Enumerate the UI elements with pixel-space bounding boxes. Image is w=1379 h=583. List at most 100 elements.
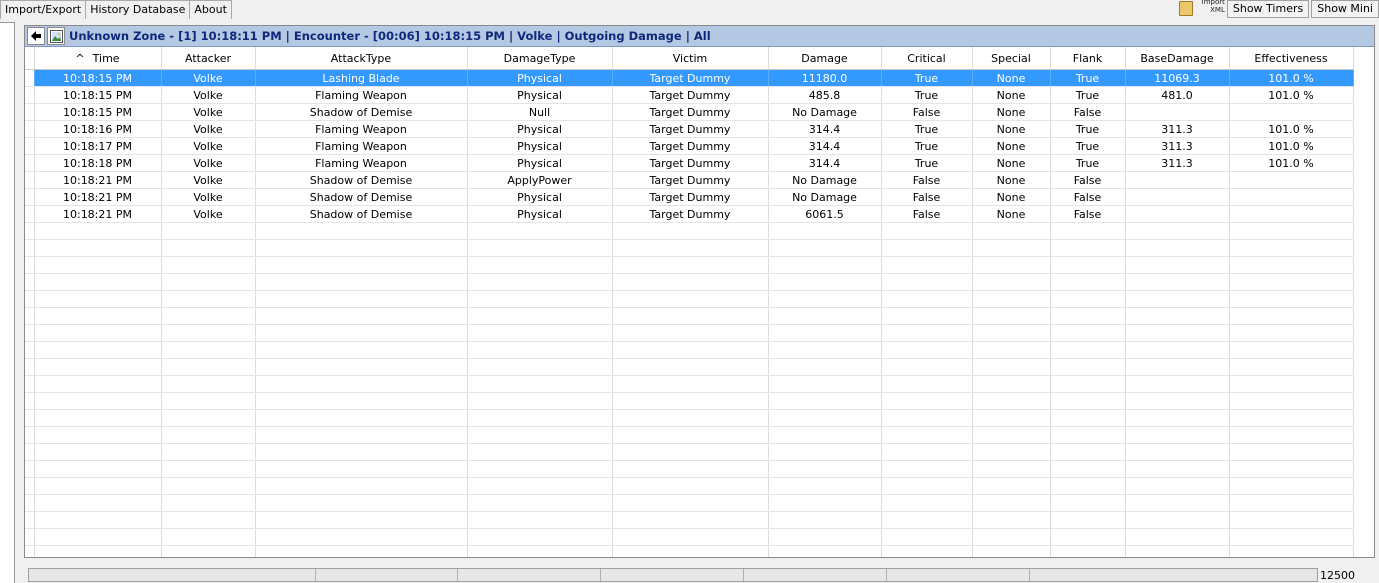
- table-row[interactable]: 10:18:21 PM Volke Shadow of Demise Physical…: [25, 188, 1354, 206]
- cell-damage: [768, 477, 882, 495]
- row-header[interactable]: [25, 494, 35, 512]
- encounter-tree-panel[interactable]: [0, 22, 15, 583]
- row-header[interactable]: [25, 205, 35, 223]
- column-header-effectiveness[interactable]: Effectiveness: [1229, 47, 1354, 70]
- row-header[interactable]: [25, 477, 35, 495]
- row-header[interactable]: [25, 120, 35, 138]
- row-header[interactable]: [25, 290, 35, 308]
- graph-button[interactable]: [47, 27, 65, 45]
- column-header-special[interactable]: Special: [972, 47, 1051, 70]
- cell-damage: [768, 341, 882, 359]
- column-header-victim[interactable]: Victim: [612, 47, 769, 70]
- empty-row: [25, 409, 1354, 427]
- cell-basedamage: [1125, 103, 1230, 121]
- cell-attacker: [161, 273, 256, 291]
- combat-log-table[interactable]: ^ Time Attacker AttackType DamageType Victim D…: [25, 47, 1354, 557]
- top-right-toolbar: Import XML Show Timers Show Mini: [1173, 0, 1379, 18]
- column-header-time[interactable]: ^ Time: [34, 47, 162, 70]
- cell-victim: Target Dummy: [612, 171, 769, 189]
- cell-attacktype: [255, 494, 468, 512]
- empty-row: [25, 375, 1354, 393]
- row-header[interactable]: [25, 324, 35, 342]
- row-header[interactable]: [25, 256, 35, 274]
- cell-time: [34, 545, 162, 557]
- row-header[interactable]: [25, 358, 35, 376]
- cell-victim: Target Dummy: [612, 188, 769, 206]
- column-header-critical[interactable]: Critical: [881, 47, 973, 70]
- row-header[interactable]: [25, 460, 35, 478]
- cell-time: [34, 307, 162, 325]
- column-header-damage[interactable]: Damage: [768, 47, 882, 70]
- cell-attacker: Volke: [161, 188, 256, 206]
- row-header[interactable]: [25, 545, 35, 557]
- show-timers-button[interactable]: Show Timers: [1226, 0, 1310, 18]
- cell-basedamage: 311.3: [1125, 120, 1230, 138]
- cell-special: None: [972, 205, 1051, 223]
- row-header[interactable]: [25, 222, 35, 240]
- table-row[interactable]: 10:18:21 PM Volke Shadow of Demise Physical…: [25, 205, 1354, 223]
- tab-history-database[interactable]: History Database: [85, 0, 191, 19]
- cell-special: [972, 358, 1051, 376]
- cell-attacktype: Flaming Weapon: [255, 137, 468, 155]
- cell-damage: [768, 545, 882, 557]
- import-xml-button[interactable]: Import XML: [1175, 0, 1225, 16]
- row-header[interactable]: [25, 392, 35, 410]
- row-header[interactable]: [25, 409, 35, 427]
- cell-special: None: [972, 171, 1051, 189]
- row-header[interactable]: [25, 511, 35, 529]
- cell-victim: [612, 358, 769, 376]
- column-header-basedamage[interactable]: BaseDamage: [1125, 47, 1230, 70]
- cell-damagetype: [467, 545, 613, 557]
- table-row[interactable]: 10:18:15 PM Volke Flaming Weapon Physical Ta…: [25, 86, 1354, 104]
- empty-row: [25, 273, 1354, 291]
- cell-critical: [881, 528, 973, 546]
- cell-critical: [881, 324, 973, 342]
- row-header[interactable]: [25, 239, 35, 257]
- cell-effectiveness: [1229, 341, 1354, 359]
- column-header-attacktype[interactable]: AttackType: [255, 47, 468, 70]
- row-header[interactable]: [25, 188, 35, 206]
- row-header[interactable]: [25, 426, 35, 444]
- cell-victim: [612, 341, 769, 359]
- tab-about[interactable]: About: [189, 0, 232, 19]
- cell-special: [972, 528, 1051, 546]
- column-header-damagetype[interactable]: DamageType: [467, 47, 613, 70]
- cell-effectiveness: [1229, 239, 1354, 257]
- cell-attacker: Volke: [161, 137, 256, 155]
- cell-effectiveness: [1229, 188, 1354, 206]
- row-header[interactable]: [25, 341, 35, 359]
- table-row[interactable]: 10:18:15 PM Volke Shadow of Demise Null Targ…: [25, 103, 1354, 121]
- column-header-label: Time: [92, 51, 120, 65]
- table-row[interactable]: 10:18:18 PM Volke Flaming Weapon Physical Ta…: [25, 154, 1354, 172]
- show-mini-button[interactable]: Show Mini: [1311, 0, 1379, 18]
- cell-flank: [1050, 545, 1126, 557]
- row-header[interactable]: [25, 273, 35, 291]
- cell-attacker: Volke: [161, 171, 256, 189]
- table-row[interactable]: 10:18:15 PM Volke Lashing Blade Physical Tar…: [25, 69, 1354, 87]
- column-header-attacker[interactable]: Attacker: [161, 47, 256, 70]
- row-header[interactable]: [25, 307, 35, 325]
- table-row[interactable]: 10:18:17 PM Volke Flaming Weapon Physical Ta…: [25, 137, 1354, 155]
- panel-title-bar: Unknown Zone - [1] 10:18:11 PM | Encount…: [25, 26, 1374, 47]
- row-header[interactable]: [25, 375, 35, 393]
- row-header[interactable]: [25, 103, 35, 121]
- cell-basedamage: [1125, 528, 1230, 546]
- row-header[interactable]: [25, 86, 35, 104]
- cell-damagetype: Physical: [467, 86, 613, 104]
- back-button[interactable]: [27, 27, 45, 45]
- cell-attacktype: [255, 290, 468, 308]
- cell-effectiveness: 101.0 %: [1229, 154, 1354, 172]
- row-header[interactable]: [25, 443, 35, 461]
- table-row[interactable]: 10:18:16 PM Volke Flaming Weapon Physical Ta…: [25, 120, 1354, 138]
- row-header[interactable]: [25, 137, 35, 155]
- row-header[interactable]: [25, 528, 35, 546]
- column-header-flank[interactable]: Flank: [1050, 47, 1126, 70]
- tab-import-export[interactable]: Import/Export: [0, 0, 87, 19]
- row-header[interactable]: [25, 171, 35, 189]
- cell-damagetype: [467, 409, 613, 427]
- table-row[interactable]: 10:18:21 PM Volke Shadow of Demise ApplyPow…: [25, 171, 1354, 189]
- cell-victim: Target Dummy: [612, 103, 769, 121]
- row-header[interactable]: [25, 154, 35, 172]
- row-header[interactable]: [25, 69, 35, 87]
- cell-victim: [612, 545, 769, 557]
